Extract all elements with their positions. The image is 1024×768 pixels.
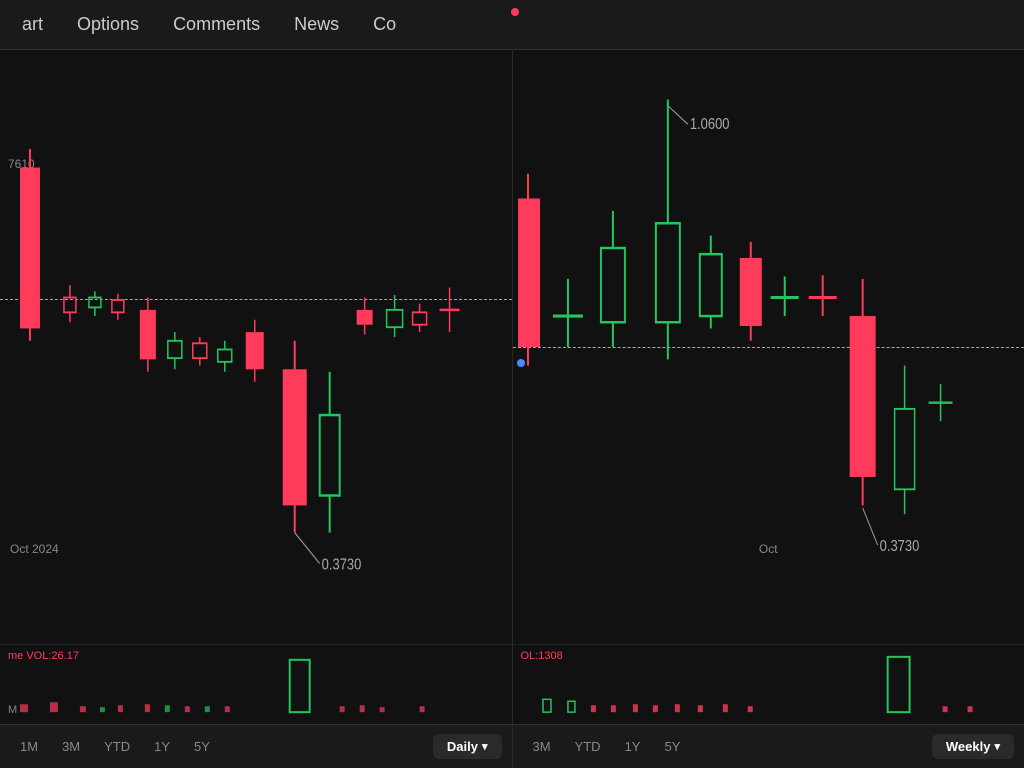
right-volume-area: OL:1308 — [513, 644, 1024, 724]
left-1y-btn[interactable]: 1Y — [144, 735, 180, 758]
nav-item-co[interactable]: Co — [361, 6, 408, 43]
left-5y-btn[interactable]: 5Y — [184, 735, 220, 758]
left-1m-btn[interactable]: 1M — [10, 735, 48, 758]
left-vol-unit: M — [8, 704, 17, 716]
right-bottom-bar: 3M YTD 1Y 5Y Weekly — [513, 724, 1024, 768]
right-chart-canvas: 1.0600 — [513, 50, 1024, 644]
left-interval-btn[interactable]: Daily — [433, 734, 502, 759]
right-volume-bars — [513, 645, 1024, 724]
nav-item-options[interactable]: Options — [65, 6, 151, 43]
main-container: art Options Comments News Co 7610 — [0, 0, 1024, 768]
right-date-label: Oct — [759, 542, 778, 556]
left-candles-svg: 0.3730 — [0, 50, 512, 644]
right-chart-panel: 1.0600 — [513, 50, 1024, 768]
nav-item-news[interactable]: News — [282, 6, 351, 43]
left-bottom-bar: 1M 3M YTD 1Y 5Y Daily — [0, 724, 512, 768]
nav-item-comments[interactable]: Comments — [161, 6, 272, 43]
right-3m-btn[interactable]: 3M — [523, 735, 561, 758]
nav-item-chart[interactable]: art — [10, 6, 55, 43]
left-volume-area: me VOL:26.17 M — [0, 644, 512, 724]
right-vol-label: OL:1308 — [521, 650, 563, 662]
right-5y-btn[interactable]: 5Y — [654, 735, 690, 758]
left-3m-btn[interactable]: 3M — [52, 735, 90, 758]
svg-text:0.3730: 0.3730 — [879, 538, 919, 556]
left-chart-canvas: 7610 — [0, 50, 512, 644]
charts-area: 7610 — [0, 50, 1024, 768]
right-ytd-btn[interactable]: YTD — [565, 735, 611, 758]
notification-dot — [511, 8, 519, 16]
svg-text:0.3730: 0.3730 — [322, 557, 362, 575]
right-interval-btn[interactable]: Weekly — [932, 734, 1014, 759]
left-ytd-btn[interactable]: YTD — [94, 735, 140, 758]
svg-text:1.0600: 1.0600 — [689, 116, 729, 134]
left-vol-label: me VOL:26.17 — [8, 650, 79, 662]
top-nav: art Options Comments News Co — [0, 0, 1024, 50]
left-date-label: Oct 2024 — [10, 542, 59, 556]
right-1y-btn[interactable]: 1Y — [615, 735, 651, 758]
left-chart-panel: 7610 — [0, 50, 513, 768]
